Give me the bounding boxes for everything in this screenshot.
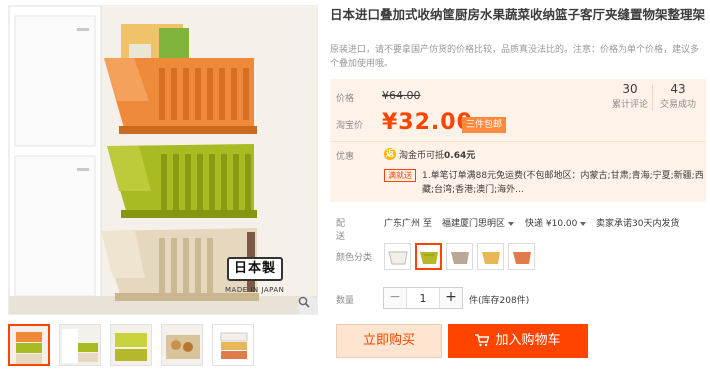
price-divider	[330, 141, 706, 142]
basket-icon	[387, 251, 408, 264]
delivery-label: 配送	[336, 219, 346, 242]
price-label: 价格	[336, 94, 355, 104]
coin-deduction-prefix: 淘金币可抵	[399, 151, 445, 161]
stock-text: 件(库存208件)	[469, 296, 530, 306]
sales-label: 交易成功	[659, 100, 696, 110]
thumbnail-image	[213, 325, 253, 365]
coin-icon: 返	[384, 148, 396, 160]
thumbnail-5[interactable]	[212, 324, 254, 366]
add-to-cart-label: 加入购物车	[495, 333, 561, 348]
color-swatch-1[interactable]	[384, 243, 411, 270]
delivery-from: 广东广州 至	[384, 219, 432, 229]
color-label: 颜色分类	[336, 253, 373, 263]
basket-icon	[419, 251, 438, 264]
main-product-image[interactable]: 日本製 MADE IN JAPAN	[8, 5, 318, 315]
promo-tag[interactable]: 三件包邮	[462, 117, 507, 133]
coin-deduction-amount: 0.64元	[444, 151, 476, 161]
sales-stat: 43 交易成功	[654, 82, 702, 110]
delivery-destination-select[interactable]: 福建厦门思明区	[442, 216, 515, 229]
thumbnail-3[interactable]	[110, 324, 152, 366]
color-swatch-3[interactable]	[446, 243, 473, 270]
thumbnail-image	[115, 333, 147, 361]
product-title: 日本进口叠加式收纳筐厨房水果蔬菜收纳篮子客厅夹缝置物架整理架	[330, 7, 706, 22]
thumbnail-4[interactable]	[161, 324, 203, 366]
color-swatches	[384, 243, 535, 270]
add-to-cart-button[interactable]: 加入购物车	[448, 324, 588, 358]
original-price: ¥64.00	[382, 89, 421, 102]
chevron-down-icon	[508, 221, 515, 226]
shipping-option-select[interactable]: 快递 ¥10.00	[525, 216, 587, 229]
zoom-button[interactable]	[298, 296, 317, 314]
thumbnail-2[interactable]	[59, 324, 101, 366]
color-swatch-2[interactable]	[415, 243, 442, 270]
basket-icon	[481, 251, 500, 264]
thumbnail-image	[166, 335, 200, 359]
thumbnail-image	[16, 332, 42, 364]
magnifier-icon	[298, 296, 310, 308]
freeship-tag: 满就送	[384, 169, 416, 182]
shipping-fee: 快递 ¥10.00	[525, 219, 578, 229]
quantity-stepper: − +	[383, 287, 463, 309]
thumbnail-image	[62, 329, 98, 363]
quantity-label: 数量	[336, 296, 355, 306]
taobao-price-label: 淘宝价	[336, 121, 364, 131]
delivery-destination: 福建厦门思明区	[442, 219, 506, 229]
made-in-japan-badge: 日本製	[227, 257, 283, 281]
price-panel: 价格 ¥64.00 30 累计评论 43 交易成功 淘宝价 ¥32.00 三件包…	[330, 79, 706, 202]
sales-count: 43	[670, 82, 686, 96]
chevron-down-icon	[580, 221, 587, 226]
green-basket	[107, 144, 257, 218]
product-subtitle: 原装进口，请不要拿国产仿货的价格比较，品质真没法比的。注意：价格为单个价格，建议…	[330, 45, 700, 69]
freeship-text: 1.单笔订单满88元免运费(不包邮地区：内蒙古;甘肃;青海;宁夏;新疆;西藏;台…	[422, 171, 704, 195]
coin-deduction-text: 淘金币可抵0.64元	[399, 148, 475, 161]
color-swatch-5[interactable]	[508, 243, 535, 270]
quantity-decrease-button[interactable]: −	[384, 288, 406, 308]
reviews-count: 30	[622, 82, 638, 96]
stat-divider	[652, 85, 653, 111]
buy-now-button[interactable]: 立即购买	[336, 324, 442, 358]
quantity-increase-button[interactable]: +	[440, 288, 462, 308]
thumbnail-strip	[8, 324, 254, 366]
color-swatch-4[interactable]	[477, 243, 504, 270]
quantity-input[interactable]	[406, 288, 440, 308]
promotions-label: 优惠	[336, 152, 355, 162]
thumbnail-1[interactable]	[8, 324, 50, 366]
current-price: ¥32.00	[382, 110, 473, 135]
cart-icon	[475, 334, 490, 347]
shipping-promise: 卖家承诺30天内发货	[596, 219, 680, 229]
reviews-label: 累计评论	[611, 100, 648, 110]
made-in-japan-text: MADE IN JAPAN	[225, 286, 285, 294]
reviews-stat[interactable]: 30 累计评论	[608, 82, 652, 110]
basket-icon	[450, 251, 469, 264]
basket-icon	[512, 251, 531, 264]
